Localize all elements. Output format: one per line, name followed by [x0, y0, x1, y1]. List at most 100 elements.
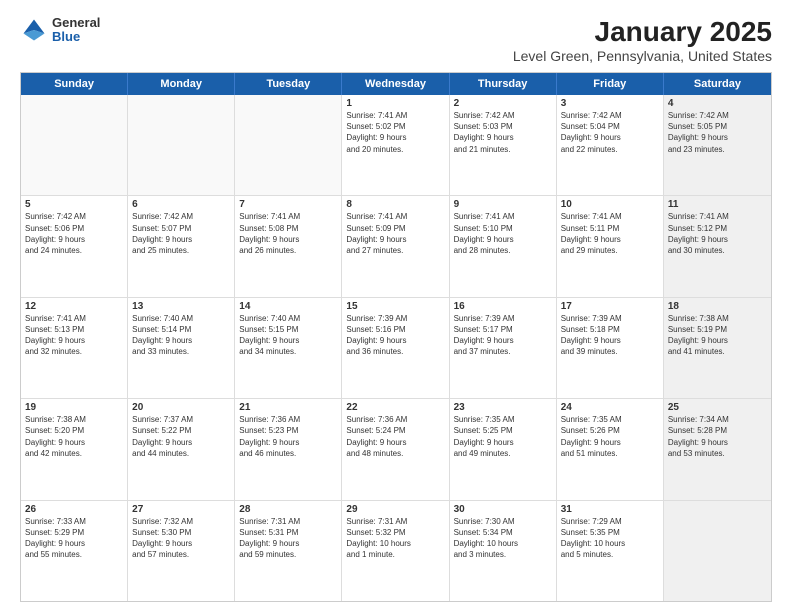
- cell-content: Sunrise: 7:41 AM Sunset: 5:02 PM Dayligh…: [346, 110, 444, 155]
- day-number: 13: [132, 301, 230, 312]
- calendar-cell: 3Sunrise: 7:42 AM Sunset: 5:04 PM Daylig…: [557, 95, 664, 195]
- day-number: 24: [561, 402, 659, 413]
- day-number: 28: [239, 504, 337, 515]
- calendar-row: 26Sunrise: 7:33 AM Sunset: 5:29 PM Dayli…: [21, 500, 771, 601]
- cell-content: Sunrise: 7:41 AM Sunset: 5:11 PM Dayligh…: [561, 211, 659, 256]
- cell-content: Sunrise: 7:41 AM Sunset: 5:08 PM Dayligh…: [239, 211, 337, 256]
- calendar-cell: 7Sunrise: 7:41 AM Sunset: 5:08 PM Daylig…: [235, 196, 342, 296]
- day-number: 19: [25, 402, 123, 413]
- cell-content: Sunrise: 7:42 AM Sunset: 5:05 PM Dayligh…: [668, 110, 767, 155]
- cell-content: Sunrise: 7:31 AM Sunset: 5:31 PM Dayligh…: [239, 516, 337, 561]
- day-number: 26: [25, 504, 123, 515]
- calendar-cell: 29Sunrise: 7:31 AM Sunset: 5:32 PM Dayli…: [342, 501, 449, 601]
- cell-content: Sunrise: 7:32 AM Sunset: 5:30 PM Dayligh…: [132, 516, 230, 561]
- weekday-header: Thursday: [450, 73, 557, 95]
- cell-content: Sunrise: 7:29 AM Sunset: 5:35 PM Dayligh…: [561, 516, 659, 561]
- day-number: 30: [454, 504, 552, 515]
- day-number: 12: [25, 301, 123, 312]
- day-number: 3: [561, 98, 659, 109]
- calendar-cell: [128, 95, 235, 195]
- calendar-title: January 2025: [513, 16, 772, 48]
- calendar-row: 1Sunrise: 7:41 AM Sunset: 5:02 PM Daylig…: [21, 95, 771, 195]
- day-number: 17: [561, 301, 659, 312]
- cell-content: Sunrise: 7:42 AM Sunset: 5:06 PM Dayligh…: [25, 211, 123, 256]
- day-number: 16: [454, 301, 552, 312]
- day-number: 20: [132, 402, 230, 413]
- calendar-cell: 25Sunrise: 7:34 AM Sunset: 5:28 PM Dayli…: [664, 399, 771, 499]
- day-number: 8: [346, 199, 444, 210]
- page: General Blue January 2025 Level Green, P…: [0, 0, 792, 612]
- calendar-header: SundayMondayTuesdayWednesdayThursdayFrid…: [21, 73, 771, 95]
- day-number: 9: [454, 199, 552, 210]
- calendar-cell: 14Sunrise: 7:40 AM Sunset: 5:15 PM Dayli…: [235, 298, 342, 398]
- cell-content: Sunrise: 7:40 AM Sunset: 5:15 PM Dayligh…: [239, 313, 337, 358]
- calendar-cell: 28Sunrise: 7:31 AM Sunset: 5:31 PM Dayli…: [235, 501, 342, 601]
- logo-icon: [20, 16, 48, 44]
- day-number: 1: [346, 98, 444, 109]
- calendar-cell: 4Sunrise: 7:42 AM Sunset: 5:05 PM Daylig…: [664, 95, 771, 195]
- cell-content: Sunrise: 7:41 AM Sunset: 5:12 PM Dayligh…: [668, 211, 767, 256]
- calendar-cell: 20Sunrise: 7:37 AM Sunset: 5:22 PM Dayli…: [128, 399, 235, 499]
- day-number: 18: [668, 301, 767, 312]
- calendar-body: 1Sunrise: 7:41 AM Sunset: 5:02 PM Daylig…: [21, 95, 771, 601]
- calendar-cell: [21, 95, 128, 195]
- calendar-cell: 15Sunrise: 7:39 AM Sunset: 5:16 PM Dayli…: [342, 298, 449, 398]
- day-number: 25: [668, 402, 767, 413]
- calendar-cell: 13Sunrise: 7:40 AM Sunset: 5:14 PM Dayli…: [128, 298, 235, 398]
- calendar-cell: 31Sunrise: 7:29 AM Sunset: 5:35 PM Dayli…: [557, 501, 664, 601]
- weekday-header: Friday: [557, 73, 664, 95]
- cell-content: Sunrise: 7:40 AM Sunset: 5:14 PM Dayligh…: [132, 313, 230, 358]
- logo-text: General Blue: [52, 16, 100, 45]
- day-number: 31: [561, 504, 659, 515]
- cell-content: Sunrise: 7:42 AM Sunset: 5:03 PM Dayligh…: [454, 110, 552, 155]
- weekday-header: Sunday: [21, 73, 128, 95]
- calendar-cell: 8Sunrise: 7:41 AM Sunset: 5:09 PM Daylig…: [342, 196, 449, 296]
- calendar-row: 5Sunrise: 7:42 AM Sunset: 5:06 PM Daylig…: [21, 195, 771, 296]
- day-number: 11: [668, 199, 767, 210]
- calendar-cell: [235, 95, 342, 195]
- cell-content: Sunrise: 7:38 AM Sunset: 5:19 PM Dayligh…: [668, 313, 767, 358]
- cell-content: Sunrise: 7:39 AM Sunset: 5:17 PM Dayligh…: [454, 313, 552, 358]
- cell-content: Sunrise: 7:38 AM Sunset: 5:20 PM Dayligh…: [25, 414, 123, 459]
- calendar-cell: [664, 501, 771, 601]
- cell-content: Sunrise: 7:41 AM Sunset: 5:09 PM Dayligh…: [346, 211, 444, 256]
- cell-content: Sunrise: 7:39 AM Sunset: 5:16 PM Dayligh…: [346, 313, 444, 358]
- day-number: 27: [132, 504, 230, 515]
- calendar-cell: 6Sunrise: 7:42 AM Sunset: 5:07 PM Daylig…: [128, 196, 235, 296]
- weekday-header: Tuesday: [235, 73, 342, 95]
- day-number: 4: [668, 98, 767, 109]
- cell-content: Sunrise: 7:34 AM Sunset: 5:28 PM Dayligh…: [668, 414, 767, 459]
- calendar-cell: 21Sunrise: 7:36 AM Sunset: 5:23 PM Dayli…: [235, 399, 342, 499]
- day-number: 7: [239, 199, 337, 210]
- calendar-cell: 9Sunrise: 7:41 AM Sunset: 5:10 PM Daylig…: [450, 196, 557, 296]
- calendar-cell: 17Sunrise: 7:39 AM Sunset: 5:18 PM Dayli…: [557, 298, 664, 398]
- calendar-cell: 2Sunrise: 7:42 AM Sunset: 5:03 PM Daylig…: [450, 95, 557, 195]
- calendar-subtitle: Level Green, Pennsylvania, United States: [513, 48, 772, 64]
- cell-content: Sunrise: 7:42 AM Sunset: 5:07 PM Dayligh…: [132, 211, 230, 256]
- calendar-cell: 18Sunrise: 7:38 AM Sunset: 5:19 PM Dayli…: [664, 298, 771, 398]
- calendar-cell: 30Sunrise: 7:30 AM Sunset: 5:34 PM Dayli…: [450, 501, 557, 601]
- weekday-header: Monday: [128, 73, 235, 95]
- calendar-cell: 12Sunrise: 7:41 AM Sunset: 5:13 PM Dayli…: [21, 298, 128, 398]
- day-number: 23: [454, 402, 552, 413]
- day-number: 15: [346, 301, 444, 312]
- cell-content: Sunrise: 7:36 AM Sunset: 5:24 PM Dayligh…: [346, 414, 444, 459]
- cell-content: Sunrise: 7:41 AM Sunset: 5:10 PM Dayligh…: [454, 211, 552, 256]
- cell-content: Sunrise: 7:36 AM Sunset: 5:23 PM Dayligh…: [239, 414, 337, 459]
- calendar-cell: 19Sunrise: 7:38 AM Sunset: 5:20 PM Dayli…: [21, 399, 128, 499]
- day-number: 2: [454, 98, 552, 109]
- logo-line1: General: [52, 16, 100, 30]
- calendar-cell: 26Sunrise: 7:33 AM Sunset: 5:29 PM Dayli…: [21, 501, 128, 601]
- calendar-cell: 11Sunrise: 7:41 AM Sunset: 5:12 PM Dayli…: [664, 196, 771, 296]
- cell-content: Sunrise: 7:41 AM Sunset: 5:13 PM Dayligh…: [25, 313, 123, 358]
- cell-content: Sunrise: 7:30 AM Sunset: 5:34 PM Dayligh…: [454, 516, 552, 561]
- weekday-header: Wednesday: [342, 73, 449, 95]
- calendar-cell: 16Sunrise: 7:39 AM Sunset: 5:17 PM Dayli…: [450, 298, 557, 398]
- logo: General Blue: [20, 16, 100, 45]
- day-number: 29: [346, 504, 444, 515]
- cell-content: Sunrise: 7:42 AM Sunset: 5:04 PM Dayligh…: [561, 110, 659, 155]
- day-number: 6: [132, 199, 230, 210]
- calendar: SundayMondayTuesdayWednesdayThursdayFrid…: [20, 72, 772, 602]
- calendar-cell: 22Sunrise: 7:36 AM Sunset: 5:24 PM Dayli…: [342, 399, 449, 499]
- calendar-cell: 23Sunrise: 7:35 AM Sunset: 5:25 PM Dayli…: [450, 399, 557, 499]
